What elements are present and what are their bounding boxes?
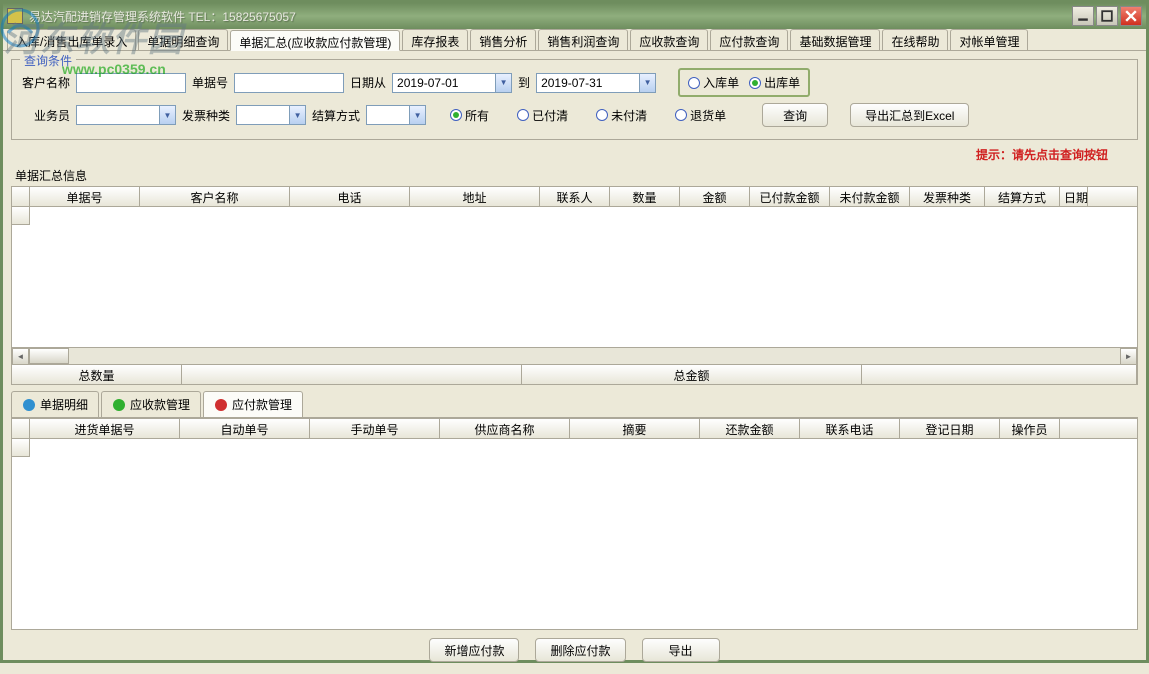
chevron-down-icon: ▼ <box>159 106 175 124</box>
grid2-header-cell[interactable]: 手动单号 <box>310 419 440 438</box>
chevron-down-icon: ▼ <box>495 74 511 92</box>
grid1-title: 单据汇总信息 <box>15 167 1138 184</box>
grid1-header-cell[interactable]: 单据号 <box>30 187 140 206</box>
filter-return-radio[interactable]: 退货单 <box>675 107 726 124</box>
main-tab-6[interactable]: 应收款查询 <box>630 29 708 50</box>
main-tab-2[interactable]: 单据汇总(应收款应付款管理) <box>230 30 400 51</box>
close-button[interactable] <box>1120 6 1142 26</box>
grid1-header-cell[interactable]: 客户名称 <box>140 187 290 206</box>
chevron-down-icon: ▼ <box>289 106 305 124</box>
total-qty-label: 总数量 <box>12 365 182 384</box>
export-button[interactable]: 导出 <box>642 638 720 662</box>
grid2-header-cell[interactable]: 操作员 <box>1000 419 1060 438</box>
hint-text: 提示：请先点击查询按钮 <box>11 146 1108 163</box>
inbound-radio[interactable]: 入库单 <box>688 74 739 91</box>
query-fieldset: 查询条件 客户名称 单据号 日期从 2019-07-01▼ 到 2019-07-… <box>11 59 1138 140</box>
main-tab-4[interactable]: 销售分析 <box>470 29 536 50</box>
grid1-header-cell[interactable]: 已付款金额 <box>750 187 830 206</box>
main-tab-3[interactable]: 库存报表 <box>402 29 468 50</box>
summary-bar: 总数量 总金额 <box>11 365 1138 385</box>
scroll-left-icon[interactable]: ◄ <box>12 348 29 365</box>
customer-input[interactable] <box>76 73 186 93</box>
docno-input[interactable] <box>234 73 344 93</box>
sub-tab-label: 应付款管理 <box>232 396 292 413</box>
main-tab-7[interactable]: 应付款查询 <box>710 29 788 50</box>
sub-tab-0[interactable]: 单据明细 <box>11 391 99 417</box>
sub-tab-2[interactable]: 应付款管理 <box>203 391 303 417</box>
maximize-button[interactable] <box>1096 6 1118 26</box>
grid2-header-cell[interactable]: 摘要 <box>570 419 700 438</box>
grid1-header-cell[interactable]: 金额 <box>680 187 750 206</box>
scroll-thumb[interactable] <box>29 348 69 364</box>
grid2-header-cell[interactable]: 联系电话 <box>800 419 900 438</box>
docno-label: 单据号 <box>192 74 228 91</box>
grid1-header-cell[interactable]: 电话 <box>290 187 410 206</box>
titlebar: 易达汽配进销存管理系统软件 TEL：15825675057 <box>3 3 1146 29</box>
sub-tab-label: 应收款管理 <box>130 396 190 413</box>
app-icon <box>7 8 23 24</box>
horizontal-scrollbar[interactable]: ◄ ► <box>12 347 1137 364</box>
datefrom-label: 日期从 <box>350 74 386 91</box>
settlement-label: 结算方式 <box>312 107 360 124</box>
main-tab-10[interactable]: 对帐单管理 <box>950 29 1028 50</box>
sub-tab-1[interactable]: 应收款管理 <box>101 391 201 417</box>
tab-icon <box>112 398 126 412</box>
grid1-header-cell[interactable]: 发票种类 <box>910 187 985 206</box>
outbound-radio[interactable]: 出库单 <box>749 74 800 91</box>
tab-icon <box>22 398 36 412</box>
filter-unpaid-radio[interactable]: 未付清 <box>596 107 647 124</box>
grid1-header-cell[interactable]: 日期 <box>1060 187 1088 206</box>
salesman-label: 业务员 <box>34 107 70 124</box>
invoice-label: 发票种类 <box>182 107 230 124</box>
add-payable-button[interactable]: 新增应付款 <box>429 638 519 662</box>
grid2-header-cell[interactable]: 进货单据号 <box>30 419 180 438</box>
chevron-down-icon: ▼ <box>409 106 425 124</box>
sub-tab-label: 单据明细 <box>40 396 88 413</box>
main-tab-1[interactable]: 单据明细查询 <box>138 29 228 50</box>
grid1-header-cell[interactable]: 数量 <box>610 187 680 206</box>
main-tab-5[interactable]: 销售利润查询 <box>538 29 628 50</box>
grid2-header-cell[interactable]: 还款金额 <box>700 419 800 438</box>
grid1-header-cell[interactable]: 结算方式 <box>985 187 1060 206</box>
summary-grid[interactable]: 单据号客户名称电话地址联系人数量金额已付款金额未付款金额发票种类结算方式日期 ◄… <box>11 186 1138 365</box>
filter-all-radio[interactable]: 所有 <box>450 107 489 124</box>
customer-label: 客户名称 <box>22 74 70 91</box>
window-title: 易达汽配进销存管理系统软件 TEL：15825675057 <box>29 8 1072 25</box>
main-tabs: 入库/消售出库单录入单据明细查询单据汇总(应收款应付款管理)库存报表销售分析销售… <box>3 29 1146 51</box>
main-tab-9[interactable]: 在线帮助 <box>882 29 948 50</box>
total-amt-label: 总金额 <box>522 365 862 384</box>
chevron-down-icon: ▼ <box>639 74 655 92</box>
scroll-right-icon[interactable]: ► <box>1120 348 1137 365</box>
invoice-combo[interactable]: ▼ <box>236 105 306 125</box>
grid1-header-cell[interactable]: 未付款金额 <box>830 187 910 206</box>
grid2-header-cell[interactable]: 供应商名称 <box>440 419 570 438</box>
dateto-combo[interactable]: 2019-07-31▼ <box>536 73 656 93</box>
salesman-combo[interactable]: ▼ <box>76 105 176 125</box>
grid1-header-cell[interactable]: 地址 <box>410 187 540 206</box>
detail-grid[interactable]: 进货单据号自动单号手动单号供应商名称摘要还款金额联系电话登记日期操作员 <box>11 418 1138 630</box>
main-tab-0[interactable]: 入库/消售出库单录入 <box>7 29 136 50</box>
datefrom-combo[interactable]: 2019-07-01▼ <box>392 73 512 93</box>
grid2-header-cell[interactable]: 自动单号 <box>180 419 310 438</box>
minimize-button[interactable] <box>1072 6 1094 26</box>
query-fieldset-title: 查询条件 <box>20 52 76 69</box>
delete-payable-button[interactable]: 删除应付款 <box>535 638 625 662</box>
export-excel-button[interactable]: 导出汇总到Excel <box>850 103 969 127</box>
search-button[interactable]: 查询 <box>762 103 828 127</box>
sub-tabs: 单据明细 应收款管理 应付款管理 <box>11 391 1138 418</box>
grid2-header-cell[interactable]: 登记日期 <box>900 419 1000 438</box>
doc-type-box: 入库单 出库单 <box>678 68 810 97</box>
settlement-combo[interactable]: ▼ <box>366 105 426 125</box>
main-tab-8[interactable]: 基础数据管理 <box>790 29 880 50</box>
grid1-header-cell[interactable]: 联系人 <box>540 187 610 206</box>
dateto-label: 到 <box>518 74 530 91</box>
tab-icon <box>214 398 228 412</box>
filter-paid-radio[interactable]: 已付清 <box>517 107 568 124</box>
